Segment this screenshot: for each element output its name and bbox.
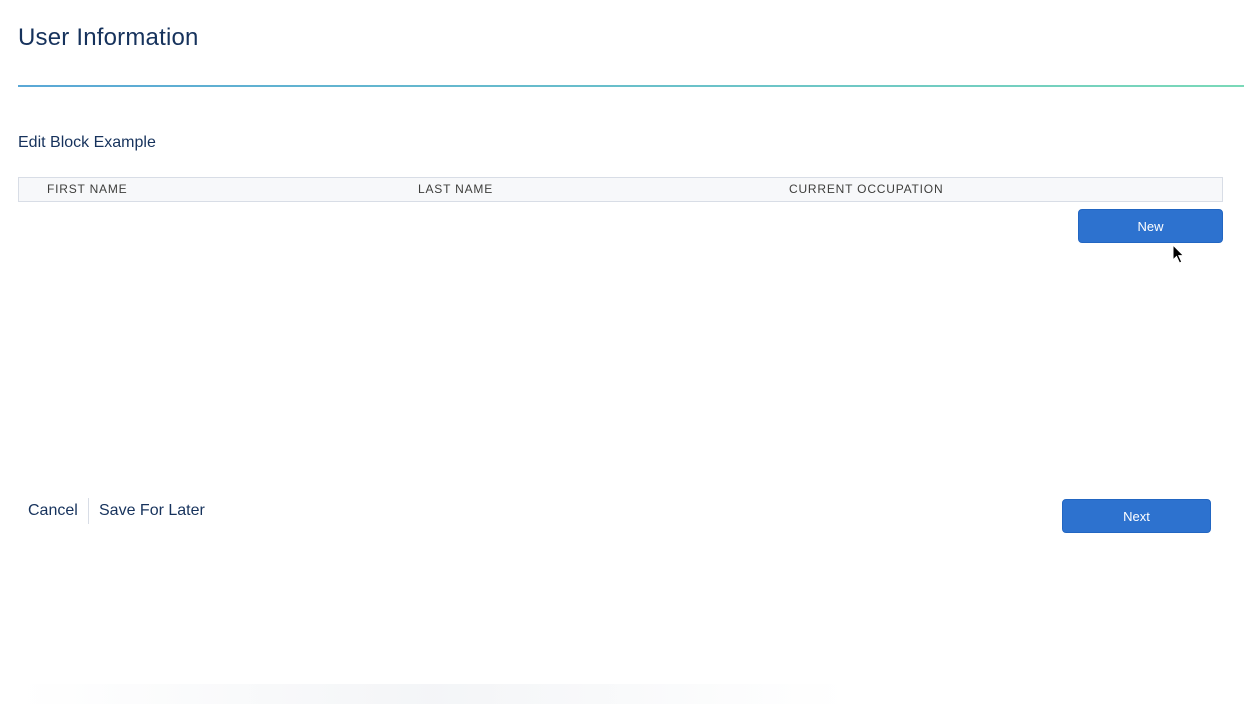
page: User Information Edit Block Example FIRS… bbox=[0, 0, 1244, 704]
footer-link-divider bbox=[88, 498, 89, 524]
title-divider bbox=[18, 85, 1244, 87]
column-header-current-occupation: CURRENT OCCUPATION bbox=[789, 182, 944, 196]
edit-block-heading: Edit Block Example bbox=[18, 134, 156, 151]
page-title: User Information bbox=[18, 24, 199, 51]
cancel-link[interactable]: Cancel bbox=[28, 500, 78, 522]
edit-block-table-header: FIRST NAME LAST NAME CURRENT OCCUPATION bbox=[18, 177, 1223, 202]
new-button[interactable]: New bbox=[1078, 209, 1223, 243]
next-button[interactable]: Next bbox=[1062, 499, 1211, 533]
save-for-later-link[interactable]: Save For Later bbox=[99, 500, 205, 522]
column-header-first-name: FIRST NAME bbox=[47, 182, 128, 196]
mouse-pointer-icon bbox=[1172, 244, 1185, 264]
column-header-last-name: LAST NAME bbox=[418, 182, 493, 196]
bottom-fade bbox=[18, 684, 848, 704]
